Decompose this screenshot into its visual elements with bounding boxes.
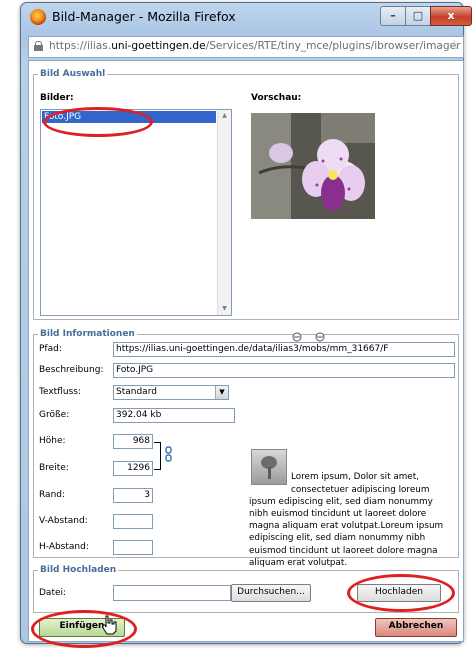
list-scrollbar[interactable]: ▲ ▼ [217,110,231,315]
maximize-button[interactable]: □ [405,6,431,26]
h-abstand-label: H-Abstand: [39,542,89,552]
sample-text: Lorem ipsum, Dolor sit amet, consectetue… [249,472,444,568]
firefox-window: Bild-Manager - Mozilla Firefox – □ x htt… [20,2,472,648]
address-bar[interactable]: https://ilias.uni-goettingen.de/Services… [28,36,464,58]
bild-informationen-legend: Bild Informationen [40,329,135,339]
title-bar[interactable]: Bild-Manager - Mozilla Firefox – □ x [20,2,472,32]
close-button[interactable]: x [430,6,472,26]
v-abstand-input[interactable] [113,514,153,529]
abbrechen-button[interactable]: Abbrechen [375,618,457,637]
textfluss-label: Textfluss: [39,387,81,397]
firefox-icon [30,9,46,25]
bild-auswahl-section: Bild Auswahl Bilder: Vorschau: Foto.JPG … [33,69,459,320]
hoehe-label: Höhe: [39,436,66,446]
bilder-label: Bilder: [40,93,74,103]
durchsuchen-button[interactable]: Durchsuchen... [231,584,311,602]
hochladen-button[interactable]: Hochladen [357,584,441,602]
orchid-photo [251,113,375,219]
pfad-input[interactable]: https://ilias.uni-goettingen.de/data/ili… [113,342,455,357]
hoehe-input[interactable]: 968 [113,434,153,449]
beschreibung-input[interactable]: Foto.JPG [113,363,455,378]
bild-hochladen-legend: Bild Hochladen [40,565,117,575]
vorschau-label: Vorschau: [251,93,302,103]
minimize-icon: – [390,9,396,22]
image-preview [251,113,375,219]
lock-icon [34,41,43,51]
constrain-lock-icon[interactable] [165,446,173,462]
groesse-label: Größe: [39,410,70,420]
minimize-button[interactable]: – [380,6,406,26]
bookmark-star-icon[interactable]: ☆ [448,38,460,53]
breite-input[interactable]: 1296 [113,461,153,476]
maximize-icon: □ [412,9,424,22]
chevron-down-icon[interactable]: ▼ [215,386,228,399]
bild-auswahl-legend: Bild Auswahl [40,69,106,79]
url-text: https://ilias.uni-goettingen.de/Services… [49,40,461,52]
h-abstand-input[interactable] [113,540,153,555]
dialog-content: Bild Auswahl Bilder: Vorschau: Foto.JPG … [28,60,464,648]
textfluss-value: Standard [116,387,157,397]
groesse-input[interactable]: 392.04 kb [113,408,235,423]
list-item[interactable]: Foto.JPG [42,111,216,123]
image-list[interactable]: Foto.JPG ▲ ▼ [40,109,232,316]
textfluss-select[interactable]: Standard ▼ [113,385,229,400]
rand-input[interactable]: 3 [113,488,153,503]
scroll-down-icon[interactable]: ▼ [218,303,231,315]
pfad-label: Pfad: [39,344,62,354]
datei-label: Datei: [39,588,67,598]
window-title: Bild-Manager - Mozilla Firefox [52,9,236,24]
rand-label: Rand: [39,490,66,500]
aspect-link-bracket [154,442,161,470]
beschreibung-label: Beschreibung: [39,365,104,375]
breite-label: Breite: [39,463,69,473]
hand-cursor-icon [102,615,117,635]
datei-input[interactable] [113,585,231,601]
close-icon: x [447,9,455,22]
scroll-up-icon[interactable]: ▲ [218,110,231,122]
v-abstand-label: V-Abstand: [39,516,88,526]
tree-thumbnail-icon [251,449,287,485]
